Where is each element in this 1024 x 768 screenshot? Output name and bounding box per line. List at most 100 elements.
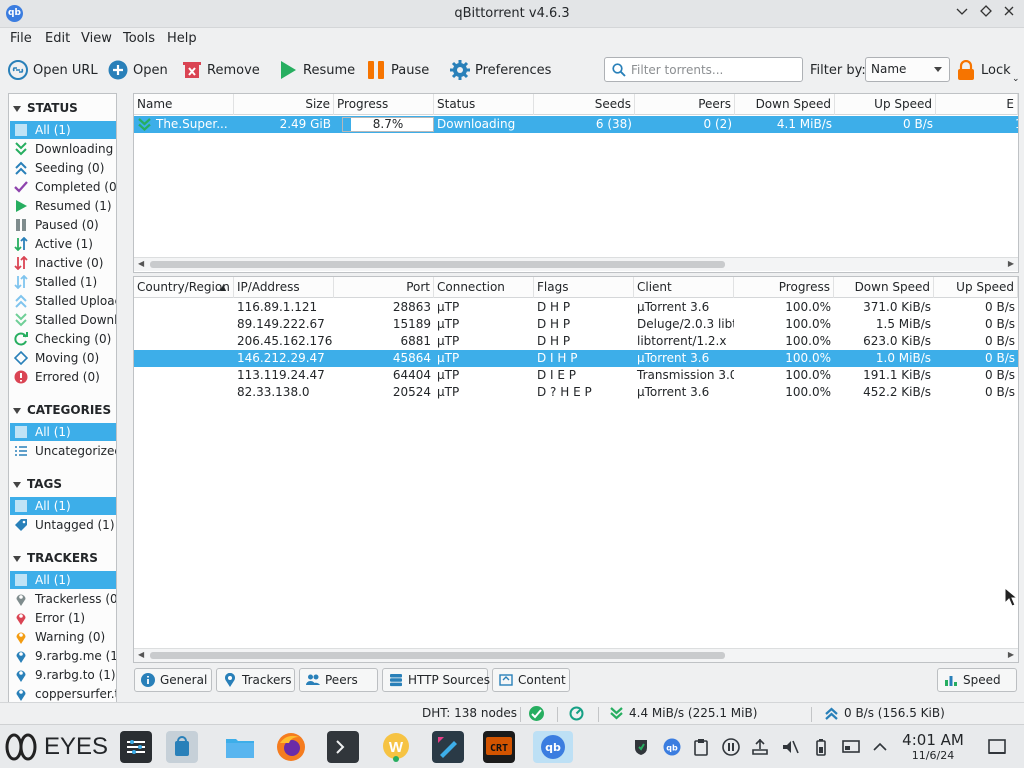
- sidebar-category-item[interactable]: Uncategorized (1): [10, 442, 116, 460]
- wps-app[interactable]: W: [380, 731, 412, 763]
- column-header[interactable]: Connection: [434, 277, 534, 298]
- column-header[interactable]: Country/Region: [134, 277, 234, 298]
- sidebar-status-item[interactable]: Paused (0): [10, 216, 116, 234]
- volume-muted-icon[interactable]: [781, 738, 799, 756]
- battery-icon[interactable]: [812, 738, 830, 756]
- column-header[interactable]: E: [936, 94, 1018, 115]
- column-header[interactable]: Seeds: [534, 94, 635, 115]
- column-header[interactable]: Up Speed: [835, 94, 936, 115]
- terminal-app[interactable]: [327, 731, 359, 763]
- menu-view[interactable]: View: [81, 31, 112, 46]
- sidebar-tracker-item[interactable]: 9.rarbg.me (1): [10, 647, 116, 665]
- tab-general[interactable]: General: [134, 668, 212, 692]
- sidebar-tag-item[interactable]: All (1): [10, 497, 116, 515]
- sidebar-splitter[interactable]: [124, 93, 130, 703]
- menu-help[interactable]: Help: [167, 31, 197, 46]
- tab-peers[interactable]: Peers: [299, 668, 378, 692]
- network-ok-icon[interactable]: [529, 706, 544, 724]
- sidebar-status-item[interactable]: Inactive (0): [10, 254, 116, 272]
- torrent-row[interactable]: The.Super... 2.49 GiB 8.7% Downloading 6 (38…: [134, 116, 1018, 133]
- column-header[interactable]: Progress: [734, 277, 834, 298]
- chevron-up-icon[interactable]: [871, 738, 889, 756]
- alt-speed-icon[interactable]: [569, 706, 584, 724]
- show-desktop-icon[interactable]: [988, 738, 1006, 756]
- sidebar-status-item[interactable]: Errored (0): [10, 368, 116, 386]
- open-button[interactable]: Open: [108, 57, 168, 83]
- clock[interactable]: 4:01 AM 11/6/24: [898, 731, 968, 762]
- sidebar-status-item[interactable]: Stalled (1): [10, 273, 116, 291]
- sidebar-tracker-item[interactable]: All (1): [10, 571, 116, 589]
- column-header[interactable]: Flags: [534, 277, 634, 298]
- trackers-section-header[interactable]: TRACKERS: [13, 551, 98, 565]
- tab-trackers[interactable]: Trackers: [216, 668, 295, 692]
- tab-content[interactable]: Content: [492, 668, 570, 692]
- upload-speed-status[interactable]: 0 B/s (156.5 KiB): [844, 706, 945, 720]
- peer-row[interactable]: 116.89.1.121 28863 μTP D H P μTorrent 3.6 100…: [134, 299, 1018, 316]
- sidebar-status-item[interactable]: Active (1): [10, 235, 116, 253]
- minimize-button[interactable]: [952, 4, 972, 24]
- sidebar-status-item[interactable]: Stalled Downloading (1): [10, 311, 116, 329]
- column-header[interactable]: Size: [234, 94, 334, 115]
- display-icon[interactable]: [842, 738, 860, 756]
- sidebar-tag-item[interactable]: Untagged (1): [10, 516, 116, 534]
- column-header[interactable]: Down Speed: [735, 94, 835, 115]
- peer-row[interactable]: 89.149.222.67 15189 μTP D H P Deluge/2.0.3 l…: [134, 316, 1018, 333]
- sidebar-tracker-item[interactable]: coppersurfer.tk (1): [10, 685, 116, 702]
- status-section-header[interactable]: STATUS: [13, 101, 78, 115]
- sidebar-status-item[interactable]: Checking (0): [10, 330, 116, 348]
- toolbar-overflow-icon[interactable]: ⌄: [1012, 74, 1020, 84]
- scroll-thumb[interactable]: [150, 652, 725, 659]
- settings-app[interactable]: [120, 731, 152, 763]
- store-app[interactable]: [166, 731, 198, 763]
- preferences-button[interactable]: Preferences: [450, 57, 551, 83]
- vpn-shield-icon[interactable]: [632, 738, 650, 756]
- peer-row[interactable]: 82.33.138.0 20524 μTP D ? H E P μTorrent 3.6…: [134, 384, 1018, 401]
- resume-button[interactable]: Resume: [278, 57, 355, 83]
- files-app[interactable]: [224, 731, 256, 763]
- open-url-button[interactable]: Open URL: [8, 57, 98, 83]
- column-header[interactable]: Port: [334, 277, 434, 298]
- peers-list-hscrollbar[interactable]: ◀ ▶: [134, 648, 1018, 662]
- sidebar-status-item[interactable]: All (1): [10, 121, 116, 139]
- column-header[interactable]: Peers: [635, 94, 735, 115]
- sidebar-status-item[interactable]: Resumed (1): [10, 197, 116, 215]
- tab-http-sources[interactable]: HTTP Sources: [382, 668, 490, 692]
- sidebar-status-item[interactable]: Seeding (0): [10, 159, 116, 177]
- maximize-button[interactable]: [976, 4, 996, 24]
- column-header[interactable]: IP/Address: [234, 277, 334, 298]
- remove-button[interactable]: Remove: [182, 57, 260, 83]
- qbittorrent-tray-icon[interactable]: qb: [663, 738, 681, 756]
- sidebar-tracker-item[interactable]: Error (1): [10, 609, 116, 627]
- column-header[interactable]: Name: [134, 94, 234, 115]
- text-editor-app[interactable]: [432, 731, 464, 763]
- qbittorrent-app[interactable]: qb: [533, 731, 573, 763]
- peer-row[interactable]: 146.212.29.47 45864 μTP D I H P μTorrent 3.6…: [134, 350, 1018, 367]
- download-speed-status[interactable]: 4.4 MiB/s (225.1 MiB): [629, 706, 757, 720]
- menu-tools[interactable]: Tools: [123, 31, 155, 46]
- app-launcher[interactable]: EYES: [4, 731, 108, 763]
- close-button[interactable]: [999, 4, 1019, 24]
- tags-section-header[interactable]: TAGS: [13, 477, 62, 491]
- sidebar-tracker-item[interactable]: Warning (0): [10, 628, 116, 646]
- column-header[interactable]: Client: [634, 277, 734, 298]
- sidebar-status-item[interactable]: Moving (0): [10, 349, 116, 367]
- column-header[interactable]: Up Speed: [934, 277, 1018, 298]
- search-input[interactable]: [631, 61, 799, 78]
- sidebar-status-item[interactable]: Stalled Uploading (0): [10, 292, 116, 310]
- column-header[interactable]: Progress: [334, 94, 434, 115]
- speed-button[interactable]: Speed: [937, 668, 1017, 692]
- firefox-app[interactable]: [275, 731, 307, 763]
- menu-file[interactable]: File: [10, 31, 32, 46]
- peer-row[interactable]: 113.119.24.47 64404 μTP D I E P Transmission…: [134, 367, 1018, 384]
- categories-section-header[interactable]: CATEGORIES: [13, 403, 111, 417]
- column-header[interactable]: Status: [434, 94, 534, 115]
- lock-button[interactable]: Lock: [956, 57, 1011, 83]
- media-pause-icon[interactable]: [722, 738, 740, 756]
- peer-row[interactable]: 206.45.162.176 6881 μTP D H P libtorrent/1.2…: [134, 333, 1018, 350]
- search-field[interactable]: [604, 57, 803, 82]
- torrent-list-hscrollbar[interactable]: ◀ ▶: [134, 257, 1018, 271]
- filter-by-select[interactable]: Name: [865, 57, 950, 82]
- sidebar-tracker-item[interactable]: 9.rarbg.to (1): [10, 666, 116, 684]
- column-header[interactable]: Down Speed: [834, 277, 934, 298]
- sidebar-tracker-item[interactable]: Trackerless (0): [10, 590, 116, 608]
